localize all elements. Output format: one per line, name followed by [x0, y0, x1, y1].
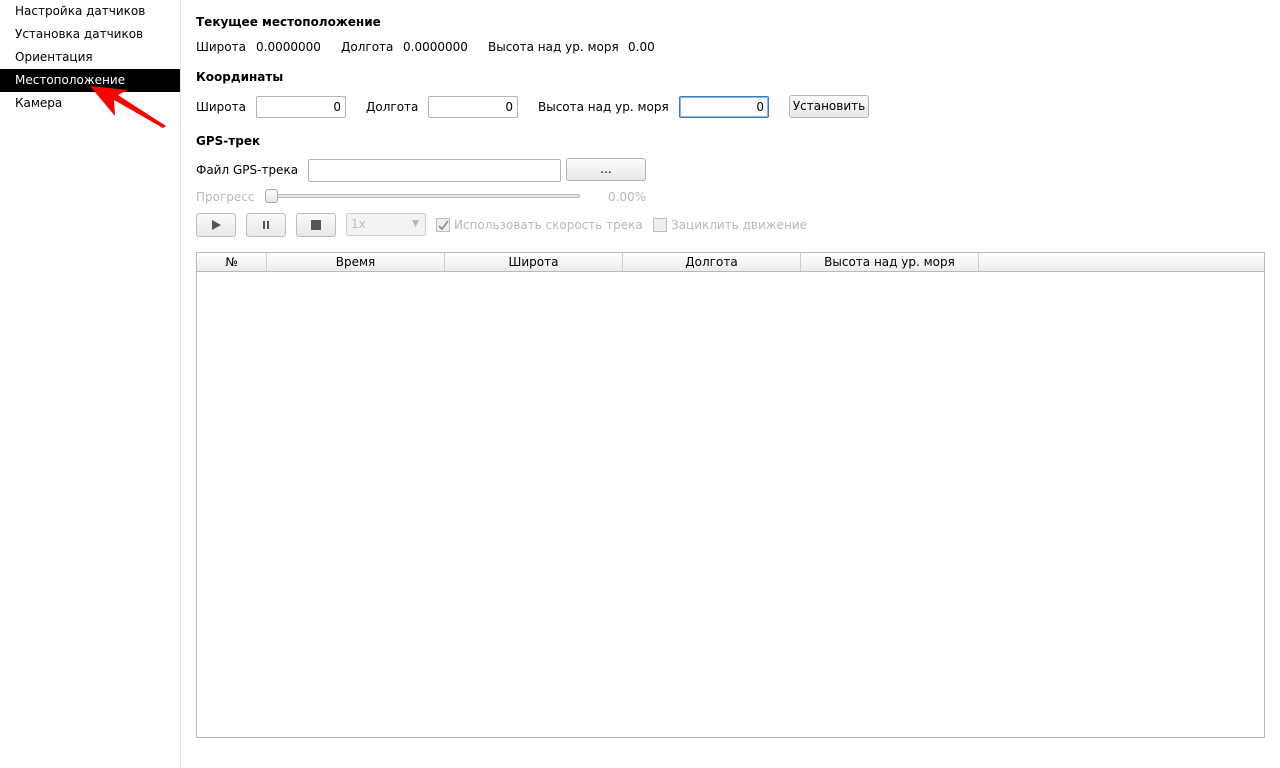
use-track-speed-checkbox[interactable]: [436, 218, 450, 232]
gps-track-title: GPS-трек: [196, 134, 261, 148]
pause-button[interactable]: [246, 213, 286, 237]
track-table[interactable]: № Время Широта Долгота Высота над ур. мо…: [196, 252, 1265, 738]
set-coordinates-button[interactable]: Установить: [789, 95, 869, 118]
progress-slider-track[interactable]: [266, 194, 580, 198]
sidebar-item-orientation[interactable]: Ориентация: [0, 46, 180, 69]
current-lat-value: 0.0000000: [256, 40, 321, 54]
gps-file-label: Файл GPS-трека: [196, 163, 299, 177]
table-header: № Время Широта Долгота Высота над ур. мо…: [197, 253, 1264, 272]
sidebar-item-sensor-settings[interactable]: Настройка датчиков: [0, 0, 180, 23]
longitude-input[interactable]: 0: [428, 96, 518, 118]
stop-icon: [311, 220, 321, 230]
play-button[interactable]: [196, 213, 236, 237]
main-panel: Текущее местоположение Широта 0.0000000 …: [196, 0, 1266, 768]
coord-alt-label: Высота над ур. моря: [538, 100, 669, 114]
column-header-time[interactable]: Время: [267, 253, 445, 271]
column-header-latitude[interactable]: Широта: [445, 253, 623, 271]
column-header-filler: [979, 253, 1264, 271]
speed-select-value: 1x: [351, 217, 366, 231]
current-location-title: Текущее местоположение: [196, 15, 381, 29]
progress-slider-handle[interactable]: [265, 189, 278, 203]
current-lat-label: Широта: [196, 40, 246, 54]
current-alt-value: 0.00: [628, 40, 655, 54]
coordinates-title: Координаты: [196, 70, 284, 84]
progress-percent: 0.00%: [608, 190, 647, 204]
current-lon-label: Долгота: [341, 40, 394, 54]
stop-button[interactable]: [296, 213, 336, 237]
loop-checkbox[interactable]: [653, 218, 667, 232]
annotation-arrow: [90, 86, 166, 128]
latitude-input[interactable]: 0: [256, 96, 346, 118]
use-track-speed-label: Использовать скорость трека: [454, 218, 643, 232]
browse-button[interactable]: ...: [566, 158, 646, 181]
chevron-down-icon: ▼: [412, 219, 419, 229]
pause-icon: [263, 221, 269, 229]
altitude-input[interactable]: 0: [679, 96, 769, 118]
current-lon-value: 0.0000000: [403, 40, 468, 54]
column-header-number[interactable]: №: [197, 253, 267, 271]
loop-label: Зациклить движение: [671, 218, 807, 232]
progress-label: Прогресс: [196, 190, 255, 204]
coord-lat-label: Широта: [196, 100, 246, 114]
play-icon: [212, 220, 221, 230]
checkmark-icon: [437, 220, 449, 230]
sidebar-item-sensor-install[interactable]: Установка датчиков: [0, 23, 180, 46]
current-alt-label: Высота над ур. моря: [488, 40, 619, 54]
speed-select[interactable]: 1x ▼: [346, 213, 426, 236]
column-header-longitude[interactable]: Долгота: [623, 253, 801, 271]
gps-file-input[interactable]: [308, 159, 561, 182]
column-header-altitude[interactable]: Высота над ур. моря: [801, 253, 979, 271]
coord-lon-label: Долгота: [366, 100, 419, 114]
